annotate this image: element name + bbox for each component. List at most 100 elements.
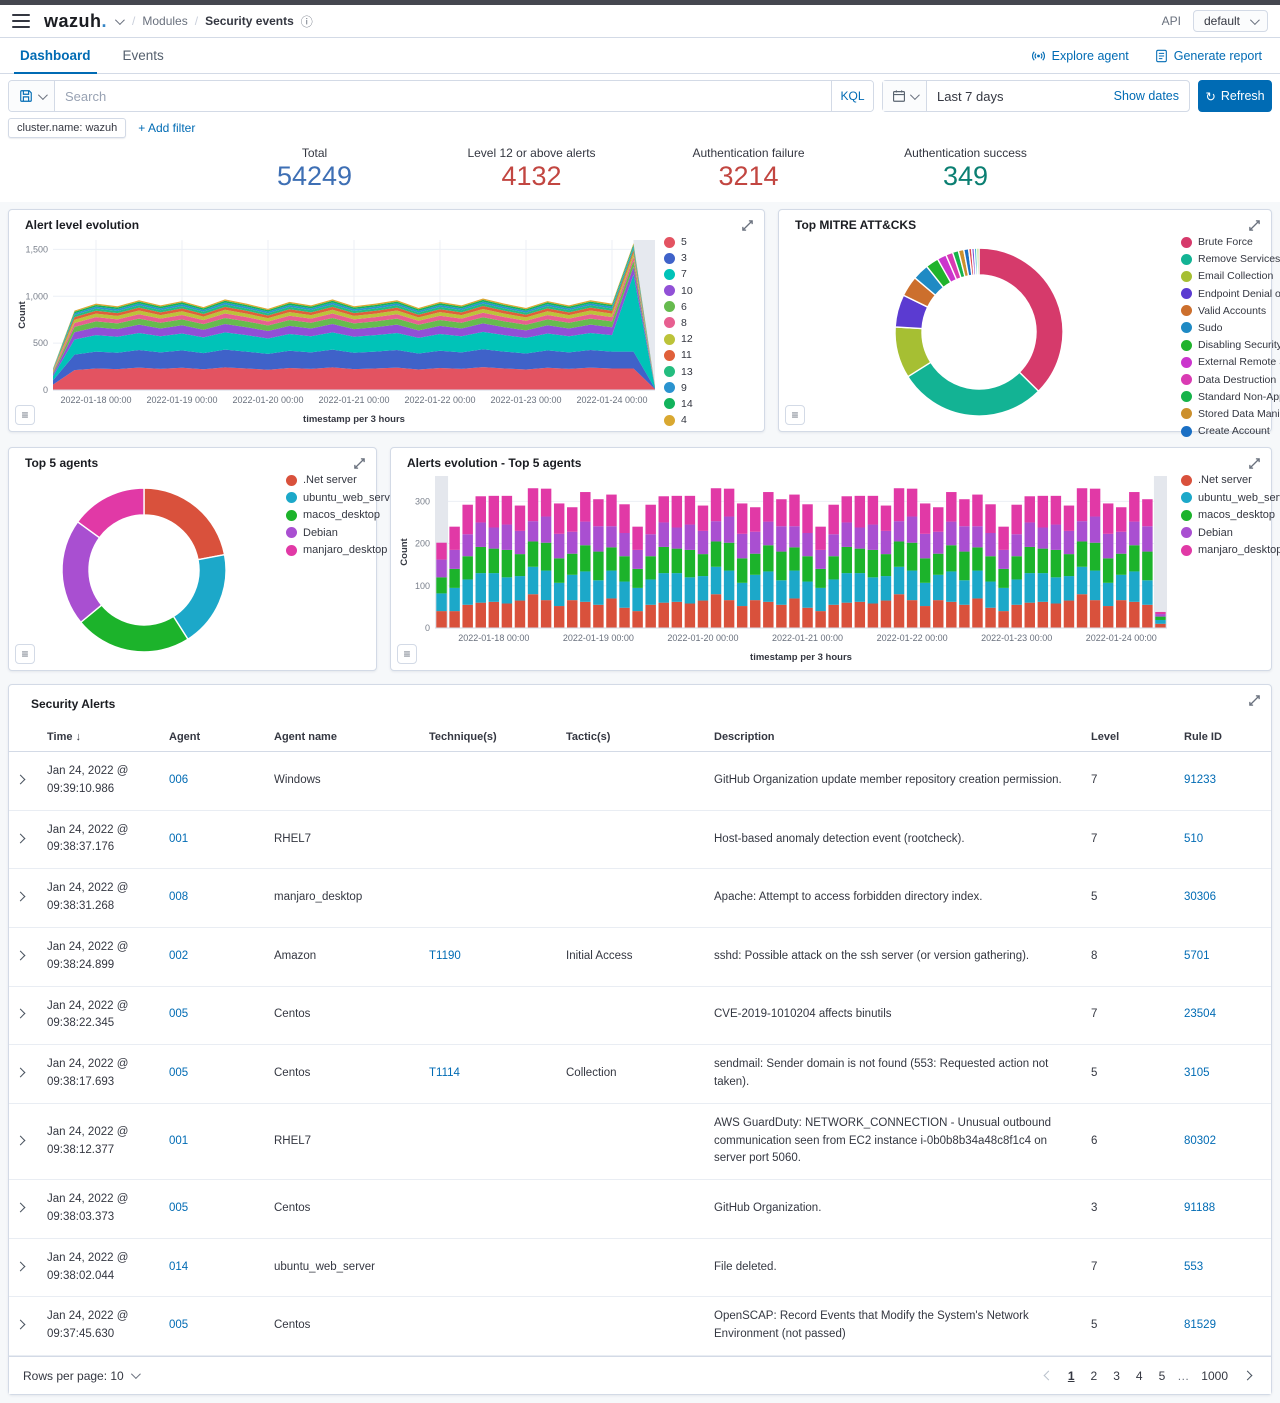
bar-segment[interactable] [514,600,526,629]
time-range-value[interactable]: Last 7 days [927,89,1114,104]
bar-segment[interactable] [1011,604,1022,629]
bar-segment[interactable] [946,521,957,546]
bar-segment[interactable] [710,541,722,567]
bar-segment[interactable] [658,522,669,547]
bar-segment[interactable] [959,551,970,581]
legend-item[interactable]: 3 [664,252,693,264]
bar-segment[interactable] [789,570,800,599]
bar-segment[interactable] [959,526,970,552]
bar-segment[interactable] [553,558,565,583]
bar-segment[interactable] [488,495,500,528]
bar-segment[interactable] [750,553,761,575]
bar-segment[interactable] [501,524,513,550]
bar-segment[interactable] [985,556,996,582]
bar-segment[interactable] [972,598,983,629]
legend-item[interactable]: 5 [664,236,693,248]
legend-toggle-button[interactable]: ≡ [785,405,805,426]
legend-item[interactable]: Stored Data Manipu... [1181,408,1280,420]
expand-row-icon[interactable] [15,833,26,844]
legend-toggle-button[interactable]: ≡ [15,644,35,665]
bar-segment[interactable] [802,581,813,608]
bar-segment[interactable] [919,503,931,534]
bar-segment[interactable] [501,577,513,604]
refresh-button[interactable]: ↻ Refresh [1198,80,1272,112]
legend-item[interactable]: Standard Non-Appli... [1181,391,1280,403]
bar-segment[interactable] [906,488,918,517]
bar-segment[interactable] [1089,542,1101,571]
bar-segment[interactable] [1116,531,1127,554]
bar-segment[interactable] [697,505,709,531]
bar-segment[interactable] [985,504,996,534]
calendar-button[interactable] [883,81,927,111]
expand-icon[interactable] [1248,457,1261,475]
bar-segment[interactable] [828,579,839,605]
bar-segment[interactable] [553,582,565,607]
bar-segment[interactable] [815,526,826,550]
bar-segment[interactable] [867,549,879,578]
bar-segment[interactable] [789,526,800,548]
legend-item[interactable]: Debian [1181,527,1280,539]
agent-slice-Debian[interactable] [61,521,103,624]
bar-segment[interactable] [893,521,905,542]
bar-segment[interactable] [1129,492,1140,522]
bar-segment[interactable] [750,600,761,629]
bar-segment[interactable] [723,516,735,543]
bar-segment[interactable] [919,558,931,583]
bar-segment[interactable] [1155,623,1166,629]
page-button-3[interactable]: 3 [1107,1367,1126,1385]
bar-segment[interactable] [750,574,761,601]
bar-segment[interactable] [684,577,696,604]
bar-segment[interactable] [736,503,748,534]
bar-segment[interactable] [802,607,813,629]
legend-item[interactable]: Sudo [1181,322,1280,334]
column-header-tactic-s-[interactable]: Tactic(s) [558,723,706,753]
rule-id-link[interactable]: 80302 [1184,1135,1216,1147]
bar-segment[interactable] [632,611,643,629]
bar-segment[interactable] [462,534,473,557]
bar-segment[interactable] [919,606,931,629]
bar-segment[interactable] [815,549,826,569]
expand-row-icon[interactable] [15,1202,26,1213]
bar-segment[interactable] [763,545,774,572]
legend-item[interactable]: Endpoint Denial of S... [1181,288,1280,300]
bar-segment[interactable] [593,580,604,605]
bar-segment[interactable] [475,602,486,629]
bar-segment[interactable] [645,579,656,605]
bar-segment[interactable] [802,533,813,557]
agent-link[interactable]: 008 [169,891,188,903]
bar-segment[interactable] [606,570,617,599]
bar-segment[interactable] [593,499,604,527]
bar-segment[interactable] [815,568,826,588]
column-header-agent[interactable]: Agent [161,723,266,753]
legend-item[interactable]: 4 [664,414,693,426]
bar-segment[interactable] [514,576,526,601]
breadcrumb-modules[interactable]: Modules [142,14,187,28]
bar-segment[interactable] [763,521,774,546]
bar-segment[interactable] [501,495,513,525]
legend-item[interactable]: ubuntu_web_server [286,492,400,504]
bar-segment[interactable] [1076,488,1088,522]
bar-segment[interactable] [1129,545,1140,572]
bar-segment[interactable] [998,549,1009,569]
bar-segment[interactable] [1142,499,1153,527]
rule-id-link[interactable]: 30306 [1184,891,1216,903]
bar-segment[interactable] [919,582,931,607]
legend-item[interactable]: Data Destruction [1181,374,1280,386]
legend-item[interactable]: Email Collection [1181,270,1280,282]
bar-segment[interactable] [776,499,787,527]
bar-segment[interactable] [828,604,839,629]
bar-segment[interactable] [567,574,578,601]
bar-segment[interactable] [1102,533,1114,559]
bar-segment[interactable] [436,542,447,560]
bar-segment[interactable] [580,521,591,546]
bar-segment[interactable] [1050,577,1062,604]
page-button-4[interactable]: 4 [1130,1367,1149,1385]
bar-segment[interactable] [776,551,787,581]
legend-toggle-button[interactable]: ≡ [15,405,35,426]
legend-item[interactable]: Create Account [1181,425,1280,437]
legend-item[interactable]: 11 [664,349,693,361]
bar-segment[interactable] [1050,603,1062,629]
expand-icon[interactable] [1248,694,1261,712]
kql-button[interactable]: KQL [831,81,873,111]
agent-link[interactable]: 005 [169,1319,188,1331]
